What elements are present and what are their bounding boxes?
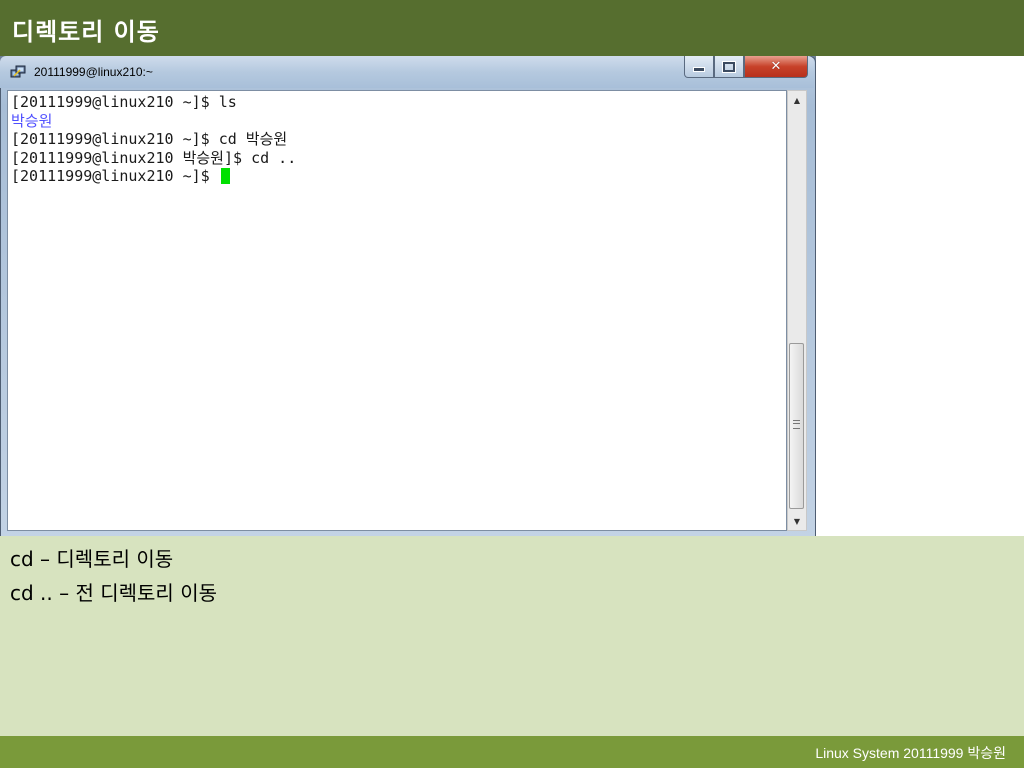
close-icon: ✕	[770, 59, 782, 74]
scroll-down-button[interactable]: ▼	[788, 512, 806, 530]
footer-text: Linux System 20111999 박승원	[815, 745, 1006, 761]
minimize-icon	[693, 67, 705, 72]
terminal-line: [20111999@linux210 ~]$ cd 박승원	[11, 130, 288, 148]
bullet-item: cd – 디렉토리 이동	[10, 547, 174, 571]
terminal-prompt-line: [20111999@linux210 ~]$	[11, 167, 786, 186]
terminal-line: [20111999@linux210 ~]$ ls	[11, 93, 237, 111]
slide-content: cd – 디렉토리 이동 cd .. – 전 디렉토리 이동	[0, 536, 1024, 736]
scrollbar-grip-icon	[793, 420, 800, 429]
maximize-button[interactable]	[714, 56, 744, 78]
window-titlebar[interactable]: 20111999@linux210:~ ✕	[0, 56, 814, 88]
terminal-line: [20111999@linux210 박승원]$ cd ..	[11, 148, 297, 167]
terminal-prompt: [20111999@linux210 ~]$	[11, 167, 219, 185]
slide-title: 디렉토리 이동	[12, 18, 160, 46]
scrollbar-thumb[interactable]	[789, 343, 804, 509]
terminal-lines: [20111999@linux210 ~]$ ls 박승원 [20111999@…	[8, 91, 786, 186]
terminal-output[interactable]: [20111999@linux210 ~]$ ls 박승원 [20111999@…	[7, 90, 787, 531]
vertical-scrollbar[interactable]: ▲ ▼	[787, 90, 807, 531]
terminal-window[interactable]: 20111999@linux210:~ ✕ [20111999@linux210…	[0, 56, 816, 540]
close-button[interactable]: ✕	[744, 56, 808, 78]
slide-footer: Linux System 20111999 박승원	[0, 736, 1024, 768]
bullet-item: cd .. – 전 디렉토리 이동	[10, 581, 217, 605]
terminal-line-directory: 박승원	[11, 111, 53, 130]
scroll-up-button[interactable]: ▲	[788, 91, 806, 109]
slide-title-bar: 디렉토리 이동	[0, 0, 1024, 56]
bullet-list: cd – 디렉토리 이동 cd .. – 전 디렉토리 이동	[10, 542, 217, 610]
window-title: 20111999@linux210:~	[34, 65, 153, 79]
minimize-button[interactable]	[684, 56, 714, 78]
putty-icon	[10, 65, 26, 78]
terminal-cursor	[220, 168, 230, 184]
maximize-icon	[722, 60, 736, 73]
